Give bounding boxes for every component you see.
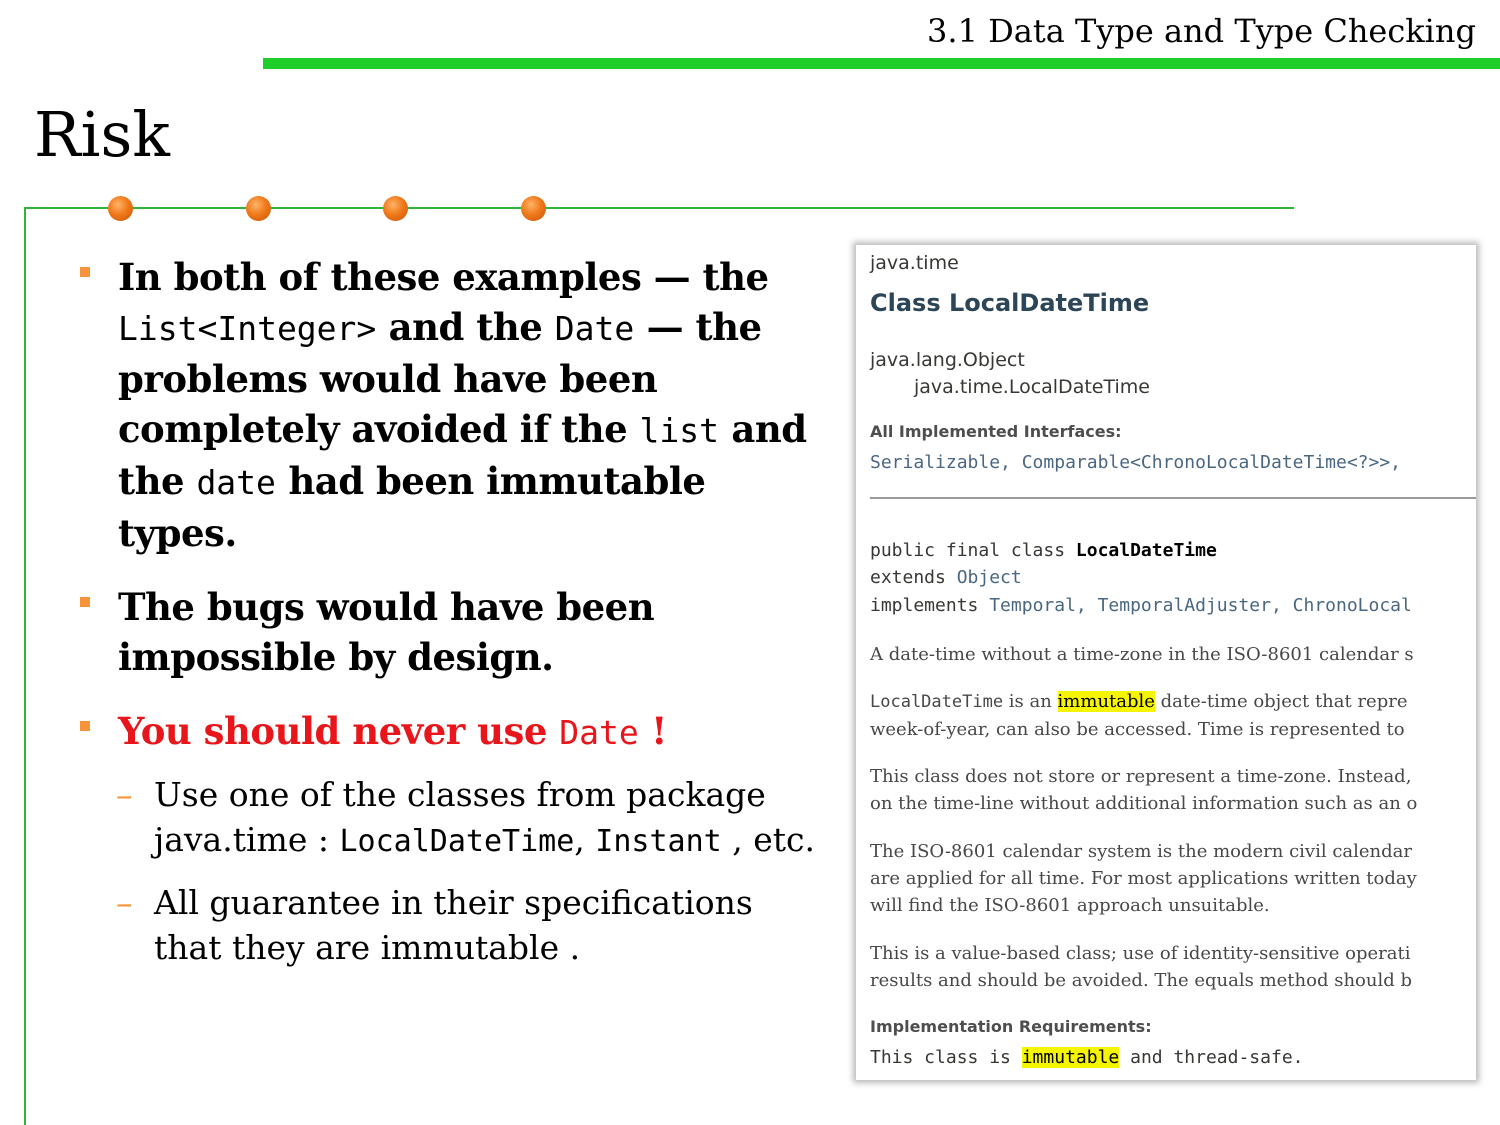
- text: !: [651, 709, 667, 753]
- text: LocalDateTime: [1075, 540, 1217, 561]
- javadoc-hierarchy-root: java.lang.Object: [870, 349, 1025, 371]
- decor-dot-3: [383, 196, 408, 221]
- javadoc-screenshot: java.time Class LocalDateTime java.lang.…: [856, 245, 1476, 1080]
- text: Object: [956, 567, 1022, 588]
- javadoc-impl-label: Implementation Requirements:: [870, 1017, 1152, 1036]
- text: In both of these examples — the: [118, 255, 769, 299]
- text: on the time-line without additional info…: [870, 793, 1418, 814]
- code: LocalDateTime: [339, 824, 575, 859]
- code: Instant: [595, 824, 722, 859]
- javadoc-impl-text: This class is immutable and thread-safe.: [870, 1047, 1304, 1068]
- javadoc-signature-line-3: implements Temporal, TemporalAdjuster, C…: [870, 595, 1412, 616]
- code: LocalDateTime: [870, 692, 1004, 712]
- text: This class does not store or represent a…: [870, 766, 1412, 787]
- sub-bullet-dash: –: [116, 883, 133, 922]
- code: Date: [554, 309, 635, 348]
- code: List<Integer>: [118, 309, 377, 348]
- header-title: 3.1 Data Type and Type Checking: [927, 12, 1476, 50]
- text: This class is: [870, 1047, 1022, 1068]
- frame-top-line: [24, 207, 1294, 209]
- bullet-marker: [80, 597, 90, 607]
- text: ,: [574, 820, 585, 859]
- javadoc-divider: [870, 497, 1476, 499]
- javadoc-package: java.time: [870, 252, 959, 274]
- javadoc-signature-line-1: public final class LocalDateTime: [870, 540, 1217, 561]
- text: public final class: [870, 540, 1076, 561]
- sub-bullet-dash: –: [116, 775, 133, 814]
- javadoc-interfaces: Serializable, Comparable<ChronoLocalDate…: [870, 452, 1402, 473]
- text: are applied for all time. For most appli…: [870, 868, 1417, 889]
- bullet-immutable-examples: In both of these examples — the List<Int…: [80, 252, 825, 558]
- text: results and should be avoided. The equal…: [870, 970, 1412, 991]
- javadoc-para-3: This class does not store or represent a…: [870, 763, 1417, 817]
- javadoc-interfaces-label: All Implemented Interfaces:: [870, 422, 1122, 441]
- decor-dot-2: [246, 196, 271, 221]
- text: Temporal, TemporalAdjuster, ChronoLocal: [989, 595, 1412, 616]
- bullet-never-use-date: You should never use Date !: [80, 706, 825, 758]
- javadoc-para-1: A date-time without a time-zone in the I…: [870, 644, 1414, 665]
- frame-left-line: [24, 207, 26, 1125]
- sub-bullet-guarantee: – All guarantee in their specifications …: [80, 880, 825, 970]
- text: week-of-year, can also be accessed. Time…: [870, 719, 1405, 740]
- text: This is a value-based class; use of iden…: [870, 943, 1411, 964]
- header-bar: [263, 58, 1500, 69]
- text: will find the ISO-8601 approach unsuitab…: [870, 895, 1270, 916]
- text: The ISO-8601 calendar system is the mode…: [870, 841, 1412, 862]
- text: ,: [732, 820, 743, 859]
- text: LocalDateTime is an immutable date-time …: [870, 688, 1408, 716]
- javadoc-para-4: The ISO-8601 calendar system is the mode…: [870, 838, 1417, 919]
- decor-dot-4: [521, 196, 546, 221]
- text: and thread-safe.: [1119, 1047, 1304, 1068]
- text: is an: [1003, 691, 1058, 712]
- decor-dot-1: [108, 196, 133, 221]
- highlight: immutable: [1057, 691, 1155, 712]
- bullet-marker: [80, 721, 90, 731]
- javadoc-para-5: This is a value-based class; use of iden…: [870, 940, 1412, 994]
- code: list: [639, 411, 720, 450]
- javadoc-class-title: Class LocalDateTime: [870, 289, 1150, 317]
- text: You should never use: [118, 709, 547, 753]
- bullet-bugs-impossible: The bugs would have been impossible by d…: [80, 582, 825, 682]
- text: extends: [870, 567, 957, 588]
- javadoc-hierarchy-class: java.time.LocalDateTime: [914, 376, 1150, 398]
- text: All guarantee in their specifications th…: [154, 883, 753, 967]
- javadoc-para-2: LocalDateTime is an immutable date-time …: [870, 688, 1408, 743]
- text: The bugs would have been impossible by d…: [118, 585, 655, 679]
- text: and the: [388, 305, 543, 349]
- code: date: [196, 463, 276, 502]
- text: etc.: [753, 820, 815, 859]
- bullet-marker: [80, 267, 90, 277]
- slide-title: Risk: [34, 98, 170, 171]
- text: implements: [870, 595, 990, 616]
- text: date-time object that repre: [1154, 691, 1408, 712]
- code: Date: [559, 713, 639, 752]
- javadoc-signature-line-2: extends Object: [870, 567, 1022, 588]
- highlight: immutable: [1021, 1047, 1120, 1068]
- bullet-list: In both of these examples — the List<Int…: [80, 252, 825, 986]
- sub-bullet-java-time: – Use one of the classes from package ja…: [80, 772, 825, 864]
